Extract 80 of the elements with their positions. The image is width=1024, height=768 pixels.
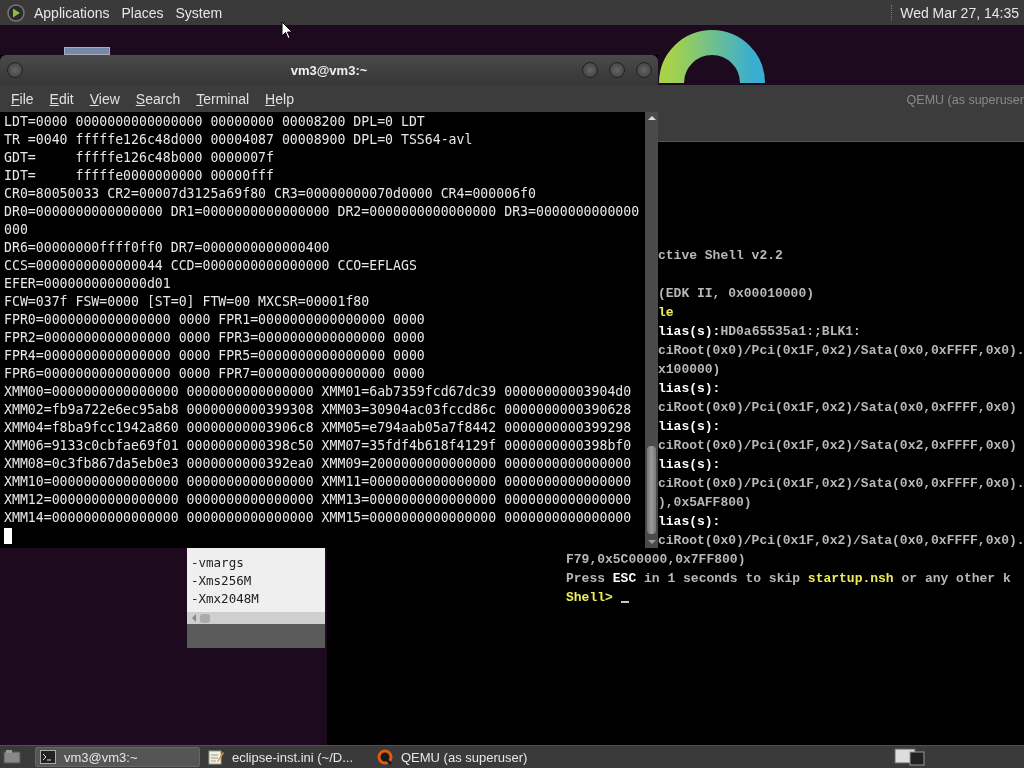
terminal-line: XMM10=0000000000000000 0000000000000000 XMM11=0000000000000000 0000000000000000 xyxy=(4,473,632,491)
console-line: ciRoot(0x0)/Pci(0x1F,0x2)/Sata(0x2,0xFFFF,0x0) xyxy=(658,437,1017,455)
logo-icon[interactable] xyxy=(7,3,25,22)
left-arrow-icon[interactable] xyxy=(190,613,198,623)
console-line: ciRoot(0x0)/Pci(0x1F,0x2)/Sata(0x0,0xFFFF,0x0). xyxy=(658,532,1024,550)
terminal-line: XMM12=0000000000000000 0000000000000000 XMM13=0000000000000000 0000000000000000 xyxy=(4,491,632,509)
console-line: lias(s): xyxy=(658,456,721,474)
scrollbar-thumb[interactable] xyxy=(647,446,656,534)
console-line: (EDK II, 0x00010000) xyxy=(658,285,815,303)
qemu-icon xyxy=(377,749,393,765)
console-line: x100000) xyxy=(658,361,721,379)
close-button[interactable] xyxy=(636,62,652,78)
text-line: -vmargs xyxy=(191,554,244,572)
horizontal-scrollbar[interactable] xyxy=(187,612,325,624)
show-desktop-icon[interactable] xyxy=(3,749,21,765)
terminal-line: FPR2=0000000000000000 0000 FPR3=0000000000000000 0000 xyxy=(4,329,425,347)
scrollbar-thumb[interactable] xyxy=(200,613,210,623)
terminal-line: TR =0040 fffffe126c48d000 00004087 00008900 DPL=0 TSS64-avl xyxy=(4,131,473,149)
console-line: F79,0x5C00000,0x7FF800) xyxy=(566,551,746,569)
menu-item[interactable]: File xyxy=(3,90,42,107)
mouse-pointer-icon xyxy=(281,21,293,40)
minimize-button[interactable] xyxy=(582,62,598,78)
panel-menu[interactable]: System xyxy=(169,4,229,21)
terminal-line: FPR6=0000000000000000 0000 FPR7=0000000000000000 0000 xyxy=(4,365,425,383)
terminal-line: XMM00=0000000000000000 0000000000000000 XMM01=6ab7359fcd67dc39 00000000003904d0 xyxy=(4,383,632,401)
menu-item[interactable]: View xyxy=(81,90,128,107)
terminal-line: XMM06=9133c0cbfae69f01 0000000000398c50 XMM07=35fdf4b618f4129f 0000000000398bf0 xyxy=(4,437,632,455)
clock[interactable]: Wed Mar 27, 14:35 xyxy=(891,4,1024,21)
vertical-scrollbar[interactable] xyxy=(645,112,658,548)
console-line: Shell> xyxy=(566,588,629,607)
terminal-line: DR6=00000000ffff0ff0 DR7=0000000000000400 xyxy=(4,239,330,257)
text-line: -Xms256M xyxy=(191,572,252,590)
terminal-line: LDT=0000 0000000000000000 00000000 00008200 DPL=0 LDT xyxy=(4,113,425,131)
menu-item[interactable]: Search xyxy=(127,90,189,107)
down-arrow-icon[interactable] xyxy=(646,538,657,546)
desktop-icon[interactable] xyxy=(64,47,110,55)
terminal-icon xyxy=(40,750,56,764)
terminal-line: DR0=0000000000000000 DR1=0000000000000000 DR2=0000000000000000 DR3=0000000000000 xyxy=(4,203,640,221)
console-line: ciRoot(0x0)/Pci(0x1F,0x2)/Sata(0x0,0xFFFF,0x0). xyxy=(658,342,1024,360)
text-line: -Xmx2048M xyxy=(191,590,259,608)
console-line: le xyxy=(658,304,674,322)
terminal-line: XMM02=fb9a722e6ec95ab8 0000000000399308 XMM03=30904ac03fccd86c 0000000000390628 xyxy=(4,401,632,419)
menu-item[interactable]: Terminal xyxy=(188,90,258,107)
window-title: vm3@vm3:~ xyxy=(290,62,368,78)
terminal-line: FPR4=0000000000000000 0000 FPR5=0000000000000000 0000 xyxy=(4,347,425,365)
maximize-button[interactable] xyxy=(609,62,625,78)
console-line: ctive Shell v2.2 xyxy=(658,247,783,265)
panel-menu[interactable]: Applications xyxy=(28,4,116,21)
terminal-line: CR0=80050033 CR2=00007d3125a69f80 CR3=00000000070d0000 CR4=000006f0 xyxy=(4,185,536,203)
console-line: ),0x5AFF800) xyxy=(658,494,752,512)
text-cursor xyxy=(4,528,12,544)
taskbar-button[interactable]: vm3@vm3:~ xyxy=(35,747,200,767)
console-line: Press ESC in 1 seconds to skip startup.nsh or any other k xyxy=(566,570,1011,588)
console-line: lias(s):HD0a65535a1:;BLK1: xyxy=(658,323,861,341)
console-line: lias(s): xyxy=(658,380,721,398)
terminal-line: FPR0=0000000000000000 0000 FPR1=0000000000000000 0000 xyxy=(4,311,425,329)
menu-item[interactable]: Help xyxy=(257,90,302,107)
taskbar-button[interactable]: QEMU (as superuser) xyxy=(373,747,538,767)
terminal-line: CCS=0000000000000044 CCD=0000000000000000 CCO=EFLAGS xyxy=(4,257,417,275)
menu-item[interactable]: Edit xyxy=(41,90,82,107)
panel-menu[interactable]: Places xyxy=(115,4,170,21)
terminal-line: XMM08=0c3fb867da5eb0e3 0000000000392ea0 XMM09=2000000000000000 0000000000000000 xyxy=(4,455,632,473)
console-line: lias(s): xyxy=(658,418,721,436)
console-line: ciRoot(0x0)/Pci(0x1F,0x2)/Sata(0x0,0xFFFF,0x0). xyxy=(658,475,1024,493)
terminal-line: GDT= fffffe126c48b000 0000007f xyxy=(4,149,274,167)
terminal-line: XMM04=f8ba9fcc1942a860 00000000003906c8 XMM05=e794aab05a7f8442 0000000000399298 xyxy=(4,419,632,437)
terminal-line: FCW=037f FSW=0000 [ST=0] FTW=00 MXCSR=00001f80 xyxy=(4,293,370,311)
up-arrow-icon[interactable] xyxy=(646,114,657,122)
terminal-line: XMM14=0000000000000000 0000000000000000 XMM15=0000000000000000 0000000000000000 xyxy=(4,509,632,527)
text-cursor xyxy=(620,601,629,603)
terminal-line: IDT= fffffe0000000000 00000fff xyxy=(4,167,274,185)
console-line: lias(s): xyxy=(658,513,721,531)
taskbar-button[interactable]: eclipse-inst.ini (~/D... xyxy=(204,747,369,767)
monitors-icon[interactable] xyxy=(894,747,926,767)
window-menu-button[interactable] xyxy=(7,62,23,78)
terminal-line: EFER=0000000000000d01 xyxy=(4,275,171,293)
terminal-line: 000 xyxy=(4,221,28,239)
console-line: ciRoot(0x0)/Pci(0x1F,0x2)/Sata(0x0,0xFFFF,0x0) xyxy=(658,399,1017,417)
window-title: QEMU (as superuser xyxy=(906,93,1024,109)
notepad-icon xyxy=(208,749,224,765)
